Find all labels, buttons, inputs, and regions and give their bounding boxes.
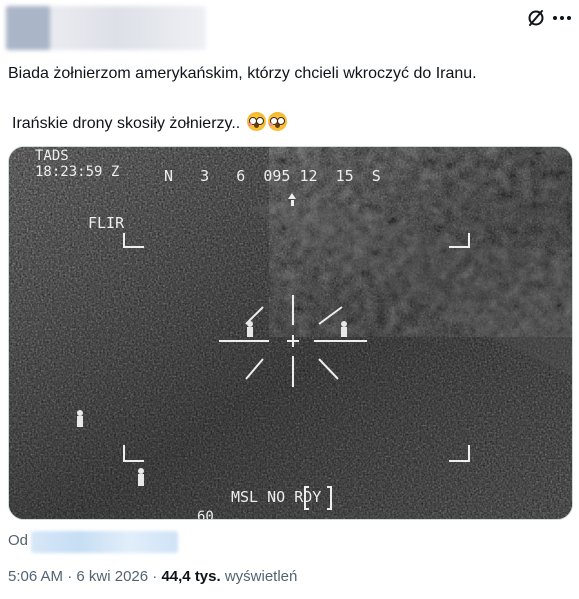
more-options-icon[interactable] xyxy=(550,2,574,32)
video-thumbnail[interactable]: TADS 18:23:59 Z N 3 6 095 12 15 S FLIR M… xyxy=(8,146,573,520)
from-source-blurred[interactable] xyxy=(31,531,178,553)
mode-label: TADS xyxy=(35,148,69,164)
tweet-text-line2-text: Irańskie drony skosiły żołnierzy.. xyxy=(12,115,241,132)
views-label: wyświetleń xyxy=(224,568,298,585)
tweet-header xyxy=(0,0,579,58)
sensor-label: FLIR xyxy=(88,214,125,232)
timestamp-label: 18:23:59 Z xyxy=(35,164,119,180)
post-date[interactable]: 6 kwi 2026 xyxy=(76,568,148,585)
flushed-face-emoji-icon xyxy=(267,112,287,131)
tweet-text-line1: Biada żołnierzom amerykańskim, którzy ch… xyxy=(8,65,477,82)
from-label: Od xyxy=(8,532,29,549)
author-info-blurred[interactable] xyxy=(6,6,206,50)
flushed-face-emoji-icon xyxy=(246,112,266,131)
post-time[interactable]: 5:06 AM xyxy=(8,568,63,585)
views-count: 44,4 tys. xyxy=(161,568,221,585)
tweet-text-line2: Irańskie drony skosiły żołnierzy.. xyxy=(12,112,287,134)
heading-tape: N 3 6 095 12 15 S xyxy=(164,167,381,185)
weapon-status-label: MSL NO RDY xyxy=(231,488,321,506)
range-label: 60 xyxy=(197,509,214,520)
tweet-meta: 5:06 AM · 6 kwi 2026 · 44,4 tys. wyświet… xyxy=(8,568,297,585)
no-entry-circle-icon[interactable] xyxy=(526,8,546,28)
separator: · xyxy=(152,568,158,585)
separator: · xyxy=(67,568,73,585)
